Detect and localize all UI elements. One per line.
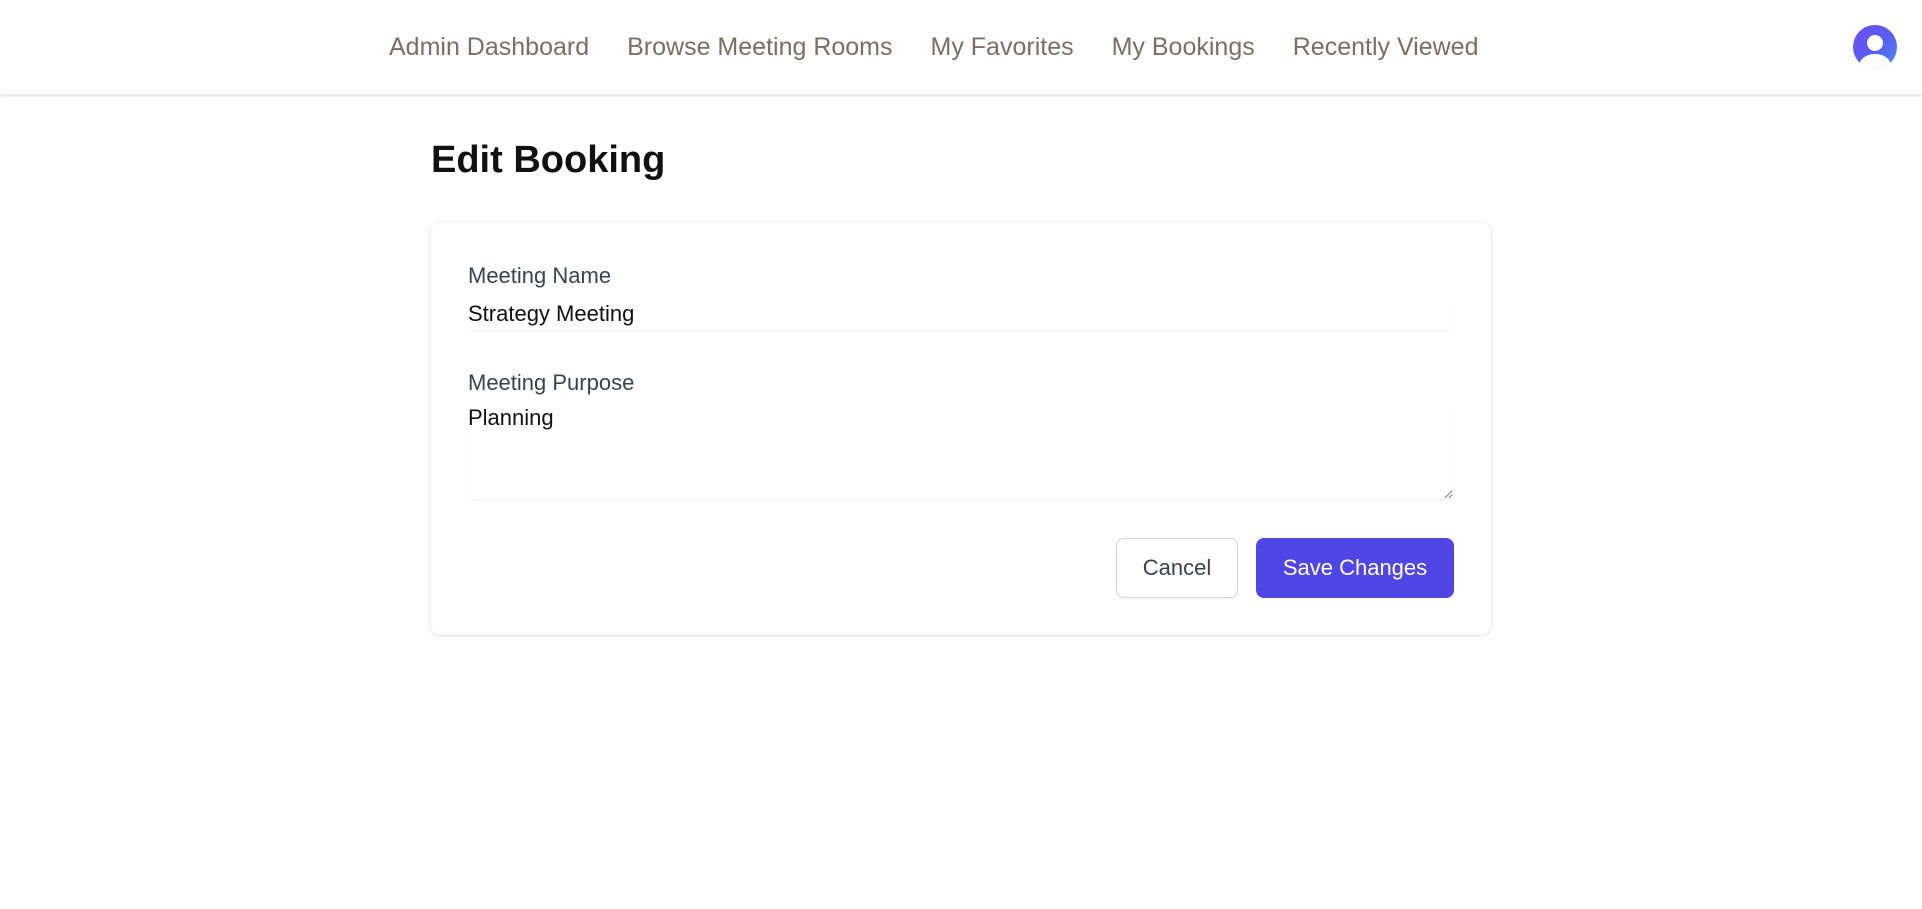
save-changes-button[interactable]: Save Changes [1256, 538, 1454, 598]
nav-link-my-bookings[interactable]: My Bookings [1112, 32, 1255, 62]
nav-link-my-favorites[interactable]: My Favorites [931, 32, 1074, 62]
avatar-body-shape [1859, 54, 1891, 69]
nav-link-recently-viewed[interactable]: Recently Viewed [1293, 32, 1479, 62]
page-title: Edit Booking [431, 139, 666, 181]
user-avatar-icon[interactable] [1853, 25, 1897, 69]
cancel-button[interactable]: Cancel [1116, 538, 1238, 598]
avatar-head-shape [1867, 35, 1883, 51]
meeting-name-input[interactable] [468, 298, 1453, 330]
meeting-name-label: Meeting Name [468, 263, 612, 288]
nav-link-browse-meeting-rooms[interactable]: Browse Meeting Rooms [627, 32, 892, 62]
nav-link-admin-dashboard[interactable]: Admin Dashboard [389, 32, 589, 62]
top-navigation-bar: Admin Dashboard Browse Meeting Rooms My … [0, 0, 1922, 95]
main-nav: Admin Dashboard Browse Meeting Rooms My … [389, 32, 1479, 62]
meeting-purpose-textarea[interactable]: Planning [468, 405, 1453, 499]
meeting-purpose-label: Meeting Purpose [468, 370, 635, 395]
edit-booking-form-card: Meeting Name Meeting Purpose Planning Ca… [430, 222, 1491, 635]
